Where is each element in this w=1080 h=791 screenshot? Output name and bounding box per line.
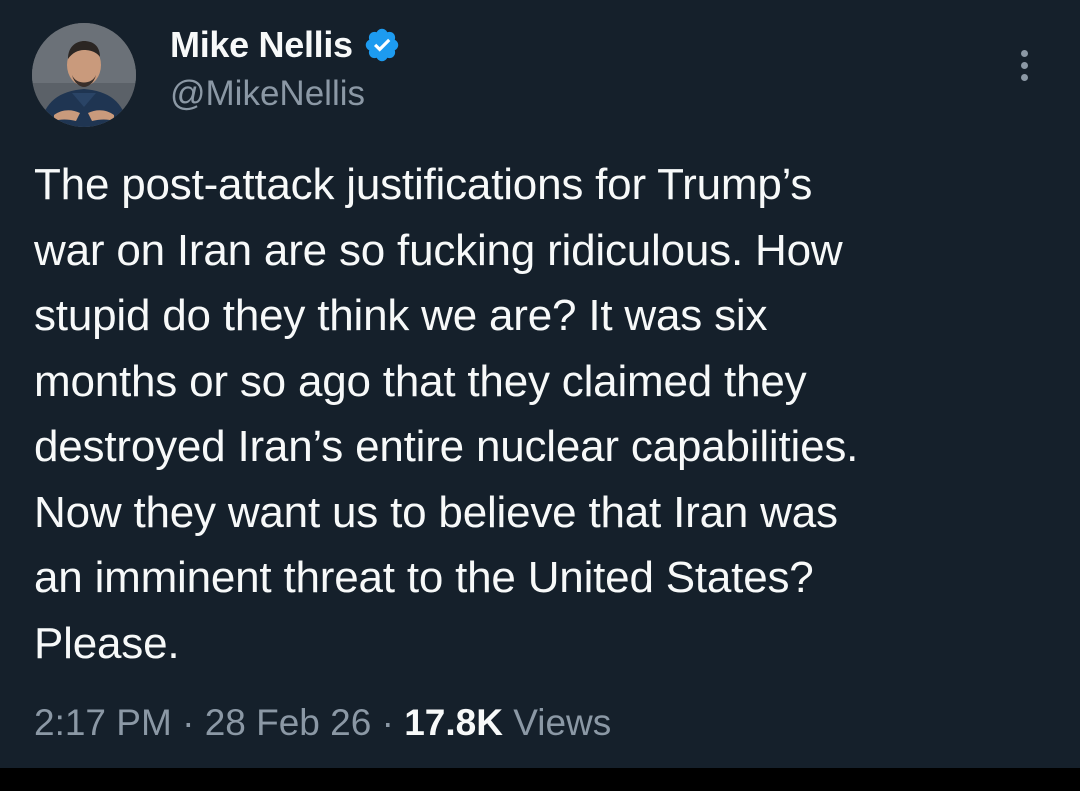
tweet-text-line: destroyed Iran’s entire nuclear capabili… (34, 422, 859, 471)
avatar[interactable] (32, 23, 136, 127)
tweet-text-line: The post-attack justifications for Trump… (34, 160, 813, 209)
tweet-card: Mike Nellis @MikeNellis The post-attack … (0, 0, 1080, 768)
tweet-text-line: Now they want us to believe that Iran wa… (34, 487, 838, 537)
tweet-text-line: stupid do they think we are? It was six (34, 291, 768, 340)
meta-separator: · (182, 702, 205, 743)
author-handle[interactable]: @MikeNellis (170, 74, 401, 114)
tweet-time[interactable]: 2:17 PM (34, 702, 172, 743)
verified-badge-icon (363, 26, 401, 64)
tweet-text-line: months or so ago that they claimed they (34, 356, 807, 406)
tweet-text-line: Please. (34, 618, 180, 668)
display-name[interactable]: Mike Nellis (170, 24, 353, 66)
avatar-photo (32, 23, 136, 127)
views-count[interactable]: 17.8K (404, 702, 503, 743)
more-options-icon[interactable] (1010, 46, 1040, 86)
views-label: Views (502, 702, 612, 743)
tweet-meta: 2:17 PM · 28 Feb 26 · 17.8K Views (34, 702, 611, 744)
tweet-date[interactable]: 28 Feb 26 (205, 702, 372, 743)
author-block: Mike Nellis @MikeNellis (170, 22, 401, 114)
tweet-text-line: an imminent threat to the United States? (34, 553, 814, 602)
meta-separator: · (381, 702, 405, 743)
tweet-text: The post-attack justifications for Trump… (34, 152, 1054, 676)
bottom-bar (0, 768, 1080, 791)
tweet-text-line: war on Iran are so fucking ridiculous. H… (34, 225, 843, 275)
name-row: Mike Nellis (170, 22, 401, 68)
